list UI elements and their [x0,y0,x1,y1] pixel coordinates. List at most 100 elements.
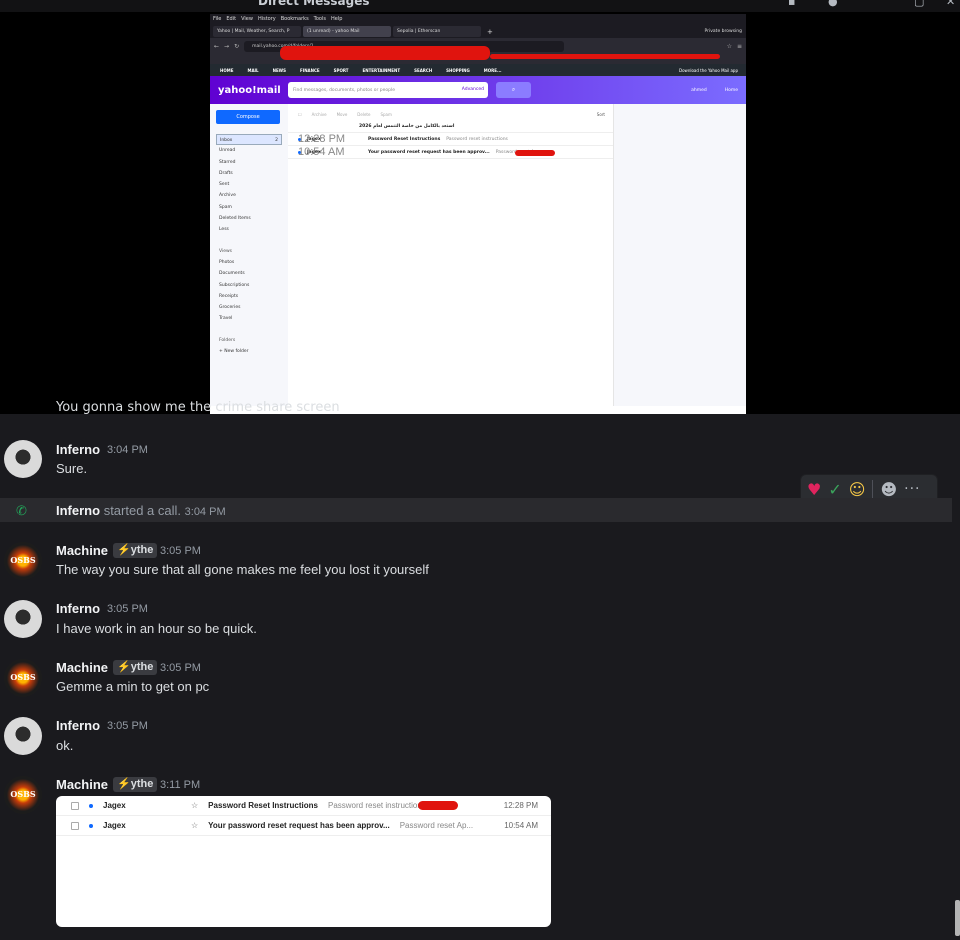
checkbox-icon [71,801,79,810]
nav-home: HOME [220,67,234,73]
browser-tab: Sepolia | Etherscan [393,26,481,37]
call-description: started a call. [103,503,182,518]
inbox-count: 2 [275,138,278,143]
new-folder-link: + New folder [219,349,249,355]
message-author[interactable]: Inferno [56,718,100,733]
forward-icon: → [224,42,230,50]
screen-share-stream[interactable]: File Edit View History Bookmarks Tools H… [0,12,960,414]
more-options-icon[interactable]: ··· [904,481,920,497]
menu-help: Help [331,16,343,22]
inbox-icon[interactable]: ▪ [788,0,795,8]
window-title: Direct Messages [258,0,370,8]
message-time: 3:11 PM [160,779,201,791]
advanced-search: Advanced [461,87,484,92]
unread-dot [89,823,93,828]
toolbar-spam: Spam [380,111,392,117]
folder-inbox: Inbox 2 [216,134,282,146]
new-tab-icon: + [487,27,493,36]
email-time: 12:28 PM [298,133,346,145]
avatar-text: OSBS [10,789,36,799]
yahoo-mail-logo: yahoo!mail [218,84,281,96]
browser-menubar: File Edit View History Bookmarks Tools H… [210,14,746,25]
laugh-reaction-icon[interactable]: ☺ [849,480,866,499]
star-icon: ☆ [191,821,199,830]
nav-more: MORE... [483,67,502,73]
avatar[interactable]: OSBS [4,542,42,580]
check-reaction-icon[interactable]: ✓ [828,480,841,499]
menu-tools: Tools [313,16,326,22]
message-author[interactable]: Machine [56,777,108,792]
add-reaction-icon[interactable]: ☻ [880,480,897,499]
compose-button: Compose [216,110,280,124]
message-author[interactable]: Inferno [56,601,100,616]
email-time: 10:54 AM [298,146,345,158]
avatar[interactable] [4,717,42,755]
reload-icon: ↻ [234,42,240,50]
view-groceries: Groceries [219,305,241,311]
avatar-text: OSBS [10,555,36,565]
checkbox-icon [71,821,79,830]
avatar[interactable] [4,600,42,638]
redaction-mark [490,54,720,59]
nav-finance: FINANCE [299,67,320,73]
help-icon[interactable]: ● [828,0,838,8]
chat-scrollbar[interactable] [955,900,960,936]
call-author[interactable]: Inferno [56,503,100,518]
email-row: Jagex Your password reset request has be… [288,146,613,159]
avatar[interactable]: OSBS [4,659,42,697]
toolbar-move: Move [336,111,348,117]
sort-dropdown: Sort [596,111,605,117]
browser-tabs: Yahoo | Mail, Weather, Search, P (1 unre… [210,25,746,38]
avatar[interactable] [4,440,42,478]
email-row: Jagex Password Reset Instructions Passwo… [288,133,613,146]
yahoo-search-input: Find messages, documents, photos or peop… [288,82,488,98]
server-tag[interactable]: ⚡ythe [113,777,158,792]
view-receipts: Receipts [219,293,239,299]
message-time: 3:05 PM [107,720,148,732]
select-all-icon: ☐ [298,111,302,117]
email-from: Jagex [103,821,126,830]
email-subject: استعد بالكامل من خاصة التنمس لعام 2026 [359,123,455,129]
message-time: 3:05 PM [160,662,201,674]
view-travel: Travel [219,316,233,322]
view-photos: Photos [219,259,235,265]
message-author[interactable]: Machine [56,660,108,675]
email-preview: Password reset Ap... [399,821,474,830]
yahoo-mail-body: Compose Inbox 2 Unread Starred Drafts Se… [210,104,746,406]
heart-reaction-icon[interactable]: ♥ [807,480,821,499]
unread-dot [89,803,93,808]
email-preview: Password reset instructions [446,136,508,142]
menu-view: View [241,16,253,22]
message-author[interactable]: Machine [56,543,108,558]
menu-bookmarks: Bookmarks [280,16,309,22]
message-author[interactable]: Inferno [56,442,100,457]
folder-label: Inbox [220,138,233,143]
redaction-mark [418,801,458,810]
folder-spam: Spam [219,204,232,210]
download-app-link: Download the Yahoo Mail app [679,67,738,73]
message-text: The way you sure that all gone makes me … [56,562,429,577]
menu-history: History [257,16,276,22]
yahoo-user-area: ahmed Home [691,88,738,93]
email-time: 10:54 AM [504,821,538,830]
browser-tab: (1 unread) - yahoo Mail [303,26,391,37]
close-icon[interactable]: ✕ [946,0,955,8]
server-tag[interactable]: ⚡ythe [113,660,158,675]
views-heading: Views [219,248,233,254]
call-time: 3:04 PM [184,506,226,518]
maximize-icon[interactable]: ▢ [914,0,924,8]
avatar[interactable]: OSBS [4,776,42,814]
image-attachment[interactable]: Jagex ☆ Password Reset Instructions Pass… [56,796,551,927]
view-subscriptions: Subscriptions [219,282,250,288]
search-icon: ⌕ [496,82,531,98]
email-preview: Password reset instructions [327,801,426,810]
yahoo-header: yahoo!mail Find messages, documents, pho… [210,76,746,104]
yahoo-message-list: ☐ Archive Move Delete Spam Sort استعد با… [288,104,613,406]
nav-shopping: SHOPPING [446,67,470,73]
nav-news: NEWS [272,67,286,73]
email-row: استعد بالكامل من خاصة التنمس لعام 2026 [288,120,613,133]
bookmarks-bar [210,46,746,64]
message-time: 3:05 PM [107,603,148,615]
partial-message-text: You gonna show me the crime share screen [56,400,340,415]
server-tag[interactable]: ⚡ythe [113,543,158,558]
